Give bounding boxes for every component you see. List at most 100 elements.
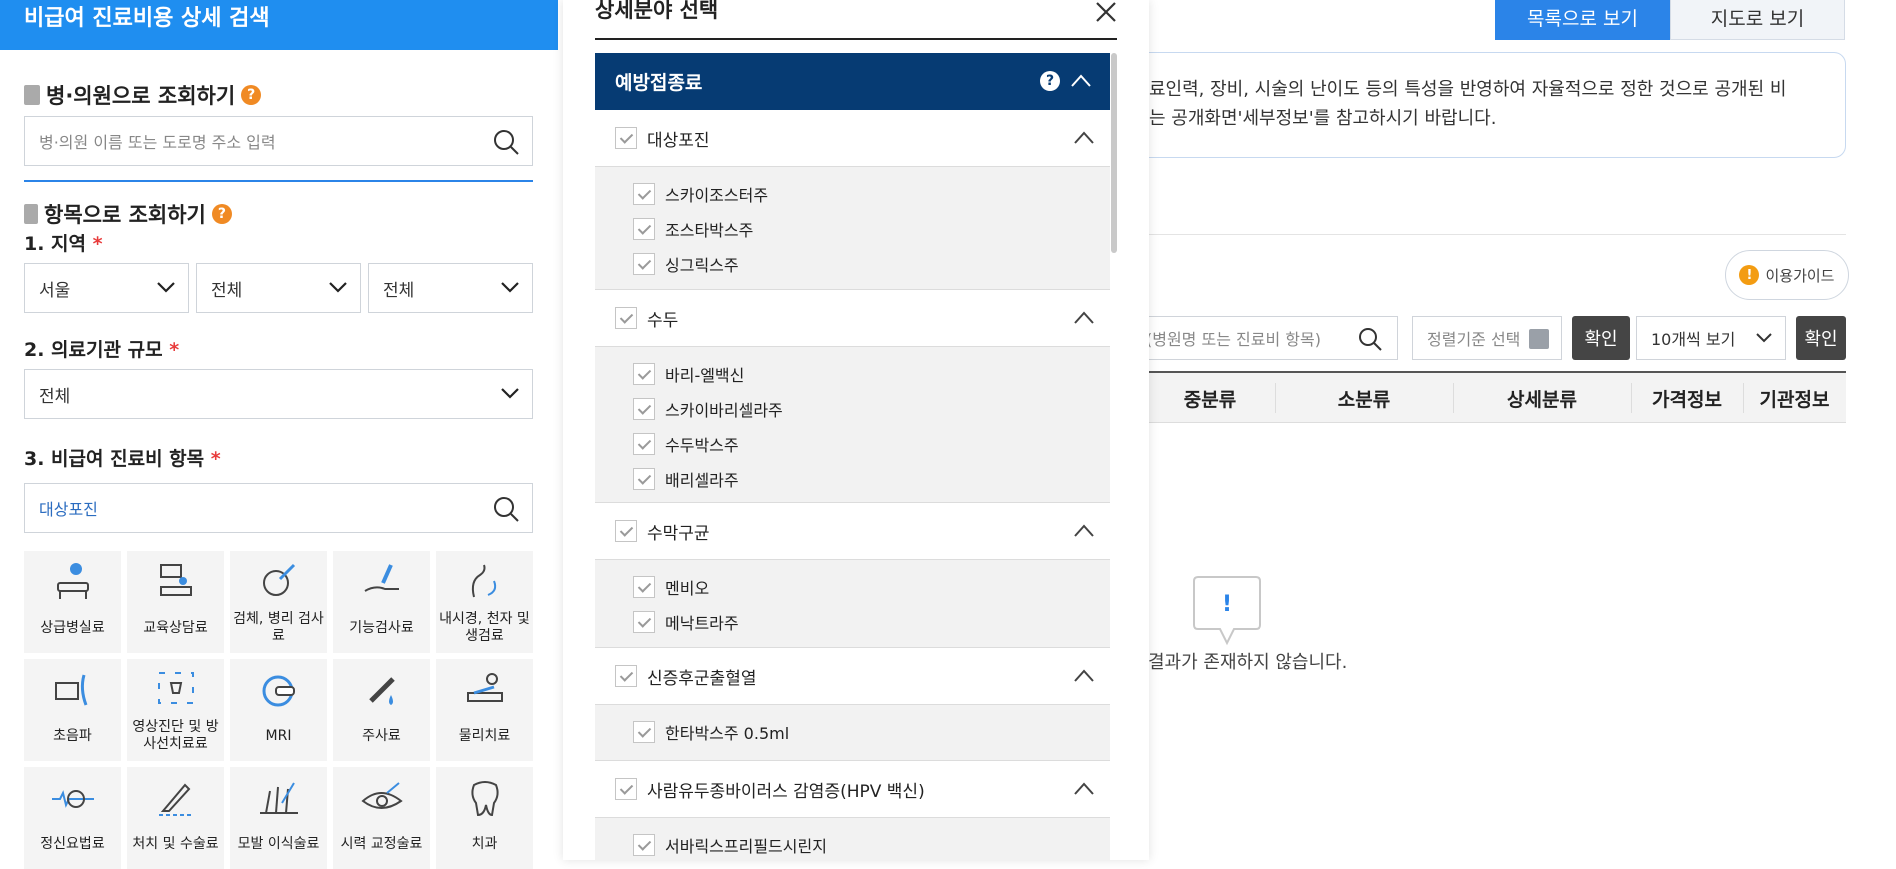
category-label: 초음파 <box>53 727 92 744</box>
item-search-value: 대상포진 <box>39 500 98 519</box>
eye-icon <box>361 782 403 809</box>
counseling-icon <box>160 564 192 596</box>
category-hair-transplant[interactable]: 모발 이식술료 <box>230 767 327 869</box>
help-icon[interactable]: ? <box>241 85 262 105</box>
category-surgery[interactable]: 처치 및 수술료 <box>127 767 224 869</box>
item-checkbox-row[interactable]: 배리셀라주 <box>633 467 739 491</box>
checkbox[interactable] <box>633 611 655 633</box>
region-city-value: 서울 <box>39 280 71 301</box>
region-town-select[interactable]: 전체 <box>368 263 533 313</box>
group-items-chickenpox: 바리-엘백신 스카이바리셀라주 수두박스주 배리셀라주 <box>595 347 1110 503</box>
item-checkbox-row[interactable]: 스카이바리셀라주 <box>633 397 783 421</box>
checkbox[interactable] <box>633 576 655 598</box>
item-search-label: 항목으로 조회하기 <box>44 203 206 227</box>
hair-transplant-icon <box>260 782 298 814</box>
panel-header: 비급여 진료비용 상세 검색 <box>0 0 558 50</box>
item-checkbox-row[interactable]: 메낙트라주 <box>633 610 739 634</box>
category-dental[interactable]: 치과 <box>436 767 533 869</box>
view-tabs: 목록으로 보기 지도로 보기 <box>1495 0 1845 40</box>
tab-list-view[interactable]: 목록으로 보기 <box>1495 0 1670 40</box>
modal-title-divider <box>595 38 1117 40</box>
category-label: MRI <box>265 727 292 744</box>
item-checkbox-row[interactable]: 조스타박스주 <box>633 217 753 241</box>
checkbox[interactable] <box>633 468 655 490</box>
help-icon[interactable]: ? <box>211 204 232 224</box>
search-icon[interactable] <box>1357 326 1383 352</box>
item-checkbox-row[interactable]: 스카이조스터주 <box>633 182 768 206</box>
region-city-select[interactable]: 서울 <box>24 263 189 313</box>
category-label: 모발 이식술료 <box>237 835 320 852</box>
section-divider <box>24 180 533 182</box>
category-hospital-room[interactable]: 상급병실료 <box>24 551 121 653</box>
item-search-input[interactable]: 대상포진 <box>24 483 533 533</box>
checkbox[interactable] <box>633 183 655 205</box>
category-counseling[interactable]: 교육상담료 <box>127 551 224 653</box>
help-icon[interactable]: ? <box>1040 71 1060 91</box>
usage-guide-label: 이용가이드 <box>1765 266 1835 285</box>
tab-map-view[interactable]: 지도로 보기 <box>1670 0 1845 40</box>
group-hfrs[interactable]: 신증후군출혈열 <box>595 648 1110 705</box>
hospital-search-input[interactable]: 병·의원 이름 또는 도로명 주소 입력 <box>24 116 533 166</box>
checkbox[interactable] <box>633 218 655 240</box>
close-icon[interactable] <box>1094 0 1118 24</box>
item-checkbox-row[interactable]: 멘비오 <box>633 575 709 599</box>
item-checkbox-row[interactable]: 한타박스주 0.5ml <box>633 720 789 744</box>
group-checkbox[interactable] <box>615 127 637 149</box>
search-icon[interactable] <box>492 495 520 523</box>
sort-confirm-button[interactable]: 확인 <box>1572 316 1630 360</box>
chevron-up-icon[interactable] <box>1073 780 1095 798</box>
chevron-up-icon[interactable] <box>1073 309 1095 327</box>
scalpel-icon <box>159 783 193 816</box>
group-meningococcus[interactable]: 수막구균 <box>595 503 1110 560</box>
group-chickenpox[interactable]: 수두 <box>595 290 1110 347</box>
category-pathology[interactable]: 검체, 병리 검사료 <box>230 551 327 653</box>
item-checkbox-row[interactable]: 싱그릭스주 <box>633 252 739 276</box>
checkbox[interactable] <box>633 721 655 743</box>
category-physical-therapy[interactable]: 물리치료 <box>436 659 533 761</box>
category-ultrasound[interactable]: 초음파 <box>24 659 121 761</box>
chevron-up-icon[interactable] <box>1070 71 1092 91</box>
checkbox[interactable] <box>633 834 655 856</box>
category-header-vaccination[interactable]: 예방접종료 ? <box>595 53 1110 110</box>
category-vision-correction[interactable]: 시력 교정술료 <box>333 767 430 869</box>
chevron-down-icon <box>501 282 519 293</box>
hospital-search-label: 병·의원으로 조회하기 <box>46 84 236 108</box>
item-checkbox-row[interactable]: 바리-엘백신 <box>633 362 744 386</box>
group-hpv[interactable]: 사람유두종바이러스 감염증(HPV 백신) <box>595 761 1110 818</box>
checkbox[interactable] <box>633 433 655 455</box>
chevron-up-icon[interactable] <box>1073 129 1095 147</box>
item-checkbox-row[interactable]: 수두박스주 <box>633 432 739 456</box>
sort-select[interactable]: 정렬기준 선택 <box>1412 316 1562 360</box>
per-page-select[interactable]: 10개씩 보기 <box>1636 316 1786 360</box>
usage-guide-button[interactable]: ! 이용가이드 <box>1725 250 1849 300</box>
checkbox[interactable] <box>633 253 655 275</box>
chevron-up-icon[interactable] <box>1073 522 1095 540</box>
institution-scale-select[interactable]: 전체 <box>24 369 533 419</box>
group-checkbox[interactable] <box>615 307 637 329</box>
group-shingles[interactable]: 대상포진 <box>595 110 1110 167</box>
checkbox[interactable] <box>633 363 655 385</box>
category-psychotherapy[interactable]: 정신요법료 <box>24 767 121 869</box>
category-mri[interactable]: MRI <box>230 659 327 761</box>
group-checkbox[interactable] <box>615 778 637 800</box>
category-function-test[interactable]: 기능검사료 <box>333 551 430 653</box>
search-icon[interactable] <box>492 128 520 156</box>
item-checkbox-row[interactable]: 서바릭스프리필드시린지 <box>633 833 827 857</box>
checkbox[interactable] <box>633 398 655 420</box>
region-town-value: 전체 <box>383 280 415 301</box>
chevron-up-icon[interactable] <box>1073 667 1095 685</box>
group-checkbox[interactable] <box>615 665 637 687</box>
region-district-value: 전체 <box>211 280 243 301</box>
category-header-label: 예방접종료 <box>615 72 703 94</box>
hospital-search-title: 병·의원으로 조회하기 ? <box>24 80 262 110</box>
col-sub-category: 소분류 <box>1337 388 1391 411</box>
group-checkbox[interactable] <box>615 520 637 542</box>
category-endoscopy[interactable]: 내시경, 천자 및 생검료 <box>436 551 533 653</box>
speech-bubble-icon: ! <box>1193 576 1261 646</box>
region-district-select[interactable]: 전체 <box>196 263 361 313</box>
results-search-input[interactable]: (병원명 또는 진료비 항목) <box>1120 316 1398 360</box>
category-injection[interactable]: 주사료 <box>333 659 430 761</box>
category-radiology[interactable]: 영상진단 및 방사선치료료 <box>127 659 224 761</box>
per-page-confirm-button[interactable]: 확인 <box>1796 316 1846 360</box>
modal-scrollbar[interactable] <box>1111 53 1117 253</box>
